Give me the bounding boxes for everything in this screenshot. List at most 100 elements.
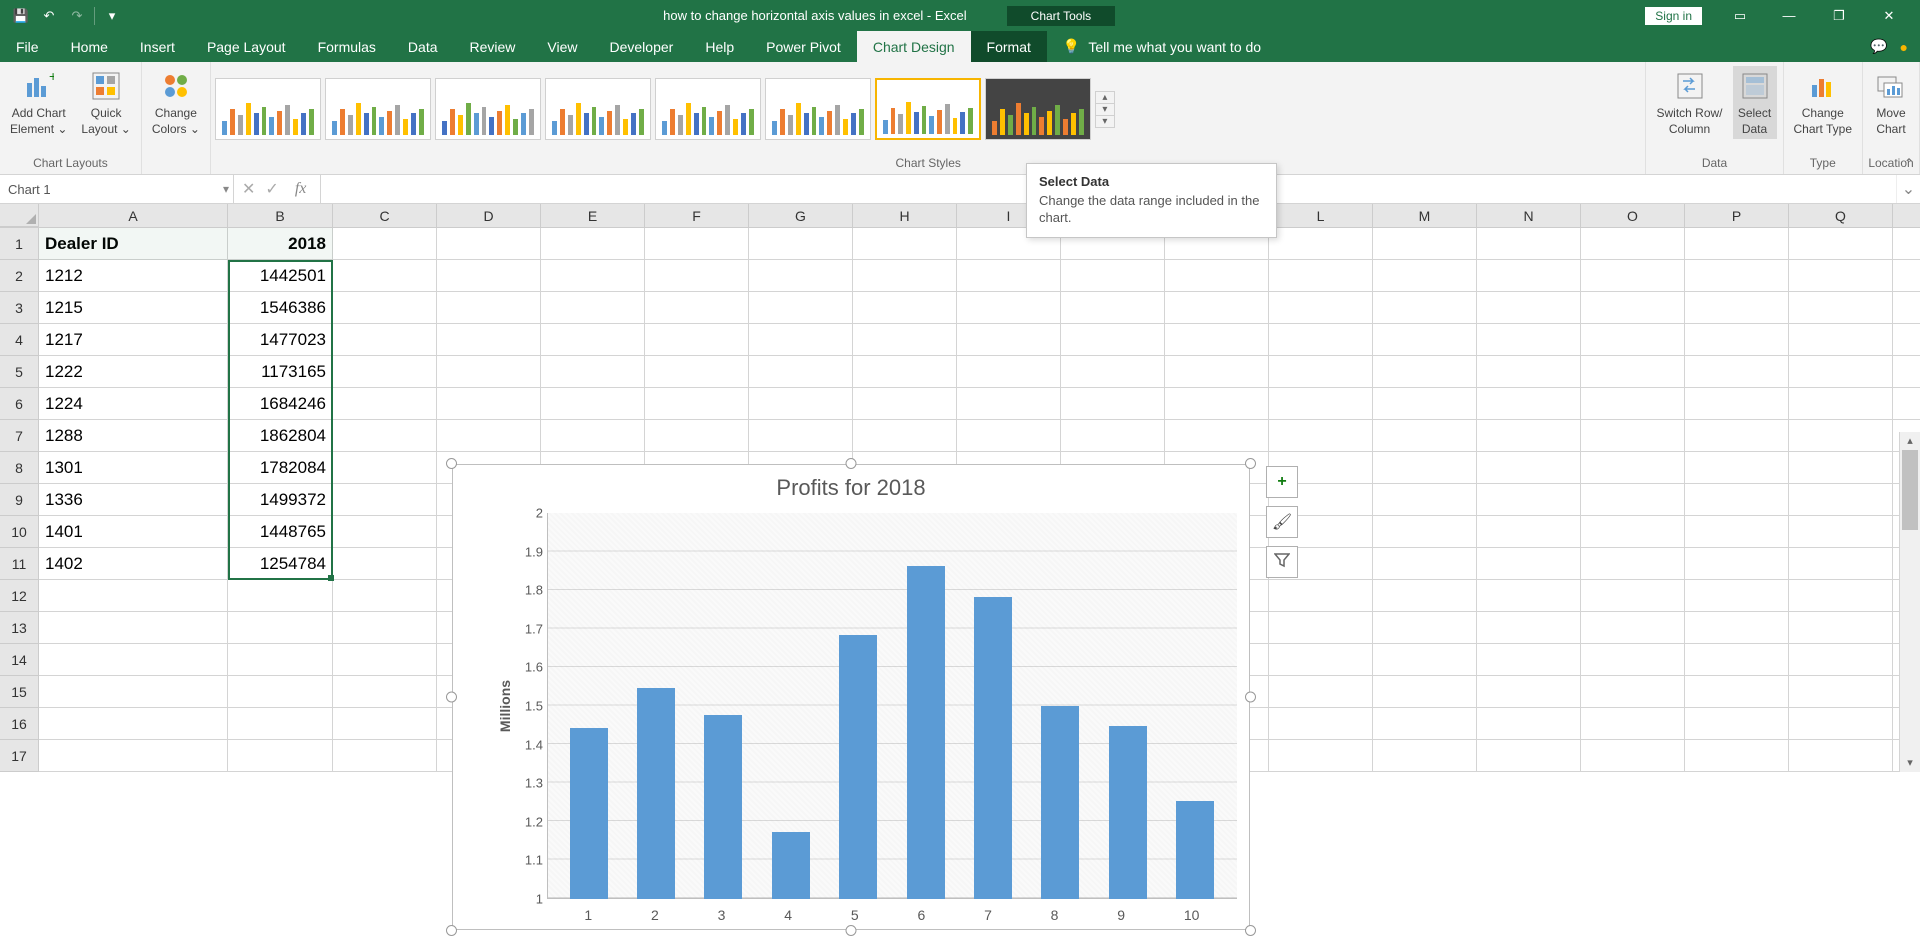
cell[interactable]	[1373, 452, 1477, 483]
close-button[interactable]: ✕	[1866, 0, 1912, 31]
cell[interactable]	[1789, 356, 1893, 387]
row-header-14[interactable]: 14	[0, 644, 38, 676]
review-tab[interactable]: Review	[454, 31, 532, 62]
cell[interactable]: 1336	[39, 484, 228, 515]
chart-bar[interactable]	[570, 728, 608, 899]
cell[interactable]	[228, 708, 333, 739]
cell[interactable]	[1373, 708, 1477, 739]
scroll-down-icon[interactable]: ▾	[1900, 754, 1920, 772]
cell[interactable]	[1373, 644, 1477, 675]
cell[interactable]	[1581, 740, 1685, 771]
cell[interactable]	[749, 260, 853, 291]
vertical-scrollbar[interactable]: ▴ ▾	[1899, 432, 1920, 772]
cell[interactable]	[1685, 292, 1789, 323]
chart-bars[interactable]	[547, 513, 1237, 899]
cell[interactable]	[645, 420, 749, 451]
format-tab[interactable]: Format	[971, 31, 1047, 62]
cell[interactable]: 1224	[39, 388, 228, 419]
cell[interactable]	[1061, 260, 1165, 291]
power-pivot-tab[interactable]: Power Pivot	[750, 31, 857, 62]
resize-handle-tr[interactable]	[1245, 458, 1256, 469]
cell[interactable]	[1789, 740, 1893, 771]
cell[interactable]	[1789, 260, 1893, 291]
cell[interactable]	[1789, 580, 1893, 611]
save-icon[interactable]: 💾	[8, 3, 34, 29]
cell[interactable]	[333, 260, 437, 291]
select-data-button[interactable]: Select Data	[1733, 66, 1777, 139]
row-header-10[interactable]: 10	[0, 516, 38, 548]
chart-style-thumb[interactable]	[765, 78, 871, 140]
cell[interactable]	[39, 676, 228, 707]
cell[interactable]: 1862804	[228, 420, 333, 451]
cell[interactable]	[749, 388, 853, 419]
cell[interactable]	[333, 420, 437, 451]
developer-tab[interactable]: Developer	[594, 31, 690, 62]
cell[interactable]	[1269, 644, 1373, 675]
cell[interactable]	[1269, 228, 1373, 259]
cell[interactable]	[1789, 420, 1893, 451]
cell[interactable]	[957, 420, 1061, 451]
cell[interactable]	[749, 228, 853, 259]
cell[interactable]	[437, 260, 541, 291]
cell[interactable]	[749, 292, 853, 323]
cell[interactable]	[333, 452, 437, 483]
cell[interactable]	[333, 228, 437, 259]
cell[interactable]	[1581, 612, 1685, 643]
cell[interactable]: 1215	[39, 292, 228, 323]
cell[interactable]	[333, 740, 437, 771]
chart-style-thumb[interactable]	[875, 78, 981, 140]
cell[interactable]	[645, 356, 749, 387]
cell[interactable]	[1373, 484, 1477, 515]
chart-elements-button[interactable]: +	[1266, 466, 1298, 498]
undo-icon[interactable]: ↶	[36, 3, 62, 29]
cell[interactable]	[1685, 388, 1789, 419]
cell[interactable]	[1581, 388, 1685, 419]
chart-style-thumb[interactable]	[985, 78, 1091, 140]
cell[interactable]: 1684246	[228, 388, 333, 419]
cell[interactable]	[1581, 356, 1685, 387]
cell[interactable]	[1061, 324, 1165, 355]
cell[interactable]	[1685, 452, 1789, 483]
cell[interactable]	[645, 228, 749, 259]
cell[interactable]	[957, 292, 1061, 323]
move-chart-button[interactable]: Move Chart	[1869, 66, 1913, 139]
cell[interactable]	[1685, 260, 1789, 291]
chart-bar[interactable]	[907, 566, 945, 899]
cell[interactable]	[1269, 260, 1373, 291]
resize-handle-l[interactable]	[446, 692, 457, 703]
chart-title[interactable]: Profits for 2018	[453, 465, 1249, 507]
cell[interactable]	[1165, 260, 1269, 291]
cell[interactable]	[228, 676, 333, 707]
cancel-formula-icon[interactable]: ✕	[242, 179, 255, 199]
maximize-button[interactable]: ❐	[1816, 0, 1862, 31]
cell[interactable]	[541, 388, 645, 419]
cell[interactable]: 1288	[39, 420, 228, 451]
cell[interactable]	[1477, 452, 1581, 483]
cell[interactable]: 1222	[39, 356, 228, 387]
file-tab[interactable]: File	[0, 31, 55, 62]
chart-bar[interactable]	[1109, 726, 1147, 899]
cell[interactable]	[39, 708, 228, 739]
resize-handle-bl[interactable]	[446, 925, 457, 936]
change-chart-type-button[interactable]: Change Chart Type	[1790, 66, 1856, 139]
cell[interactable]: 1499372	[228, 484, 333, 515]
cell[interactable]	[1685, 644, 1789, 675]
row-header-5[interactable]: 5	[0, 356, 38, 388]
cell[interactable]	[228, 612, 333, 643]
cell[interactable]	[333, 516, 437, 547]
cell[interactable]: 1442501	[228, 260, 333, 291]
cell[interactable]	[1477, 420, 1581, 451]
cell[interactable]	[437, 228, 541, 259]
enter-formula-icon[interactable]: ✓	[265, 179, 278, 199]
cell[interactable]: 1401	[39, 516, 228, 547]
row-header-4[interactable]: 4	[0, 324, 38, 356]
cell[interactable]	[1269, 324, 1373, 355]
column-header-G[interactable]: G	[749, 204, 853, 227]
chart-bar[interactable]	[839, 635, 877, 899]
chart-filters-button[interactable]	[1266, 546, 1298, 578]
cell[interactable]	[1581, 676, 1685, 707]
chart-bar[interactable]	[1176, 801, 1214, 899]
cell[interactable]: 1477023	[228, 324, 333, 355]
row-header-7[interactable]: 7	[0, 420, 38, 452]
cell[interactable]	[1581, 580, 1685, 611]
